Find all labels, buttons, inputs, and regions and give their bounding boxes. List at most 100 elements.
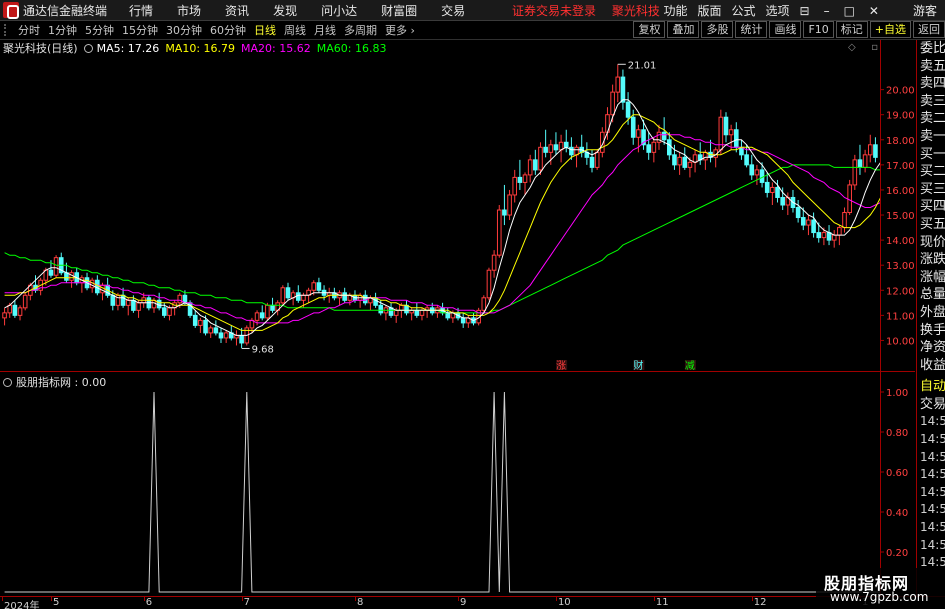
indicator-title: 股朋指标网 : 0.00 [16,376,107,389]
trade-time: 14:56 [920,537,945,552]
back-button[interactable]: 返回 [913,21,945,38]
price-label: 10.00 [886,336,915,347]
candle-body [22,294,28,309]
candle-body [661,131,667,141]
candle-body [213,327,219,334]
chart-corner-icons: ◇ ▫ [848,42,878,54]
menu-item-xuanxiang[interactable]: 选项 [766,2,790,19]
close-icon[interactable]: ✕ [869,4,879,18]
candle-body [873,144,878,158]
add-watchlist-button[interactable]: +自选 [869,21,911,38]
quote-label: 买一 [920,146,945,162]
period-5min[interactable]: 5分钟 [85,22,114,38]
period-multi[interactable]: 多周期 [344,22,377,38]
period-30min[interactable]: 30分钟 [166,22,202,38]
candle-body [569,146,574,156]
fuquan-button[interactable]: 复权 [633,21,666,38]
candle-body [764,181,770,193]
trade-time: 14:56 [920,432,945,447]
indicator-label: 1.00 [886,388,908,399]
candle-body [162,307,167,316]
menu-item-gongshi[interactable]: 公式 [731,2,755,19]
app-name: 通达信金融终端 [23,3,108,18]
eye-icon[interactable] [83,43,93,53]
date-tick [751,597,753,601]
indicator-legend: 股朋指标网 : 0.00 [3,374,106,390]
f10-button[interactable]: F10 [803,21,834,38]
date-tick [555,597,557,601]
candle-body [203,319,208,334]
toolbar-grip-icon[interactable] [4,24,14,36]
price-label: 15.00 [886,211,915,222]
candle-body [563,141,569,148]
candle-body [120,294,126,306]
diamond-icon[interactable]: ◇ [848,42,856,54]
mark-button[interactable]: 标记 [835,21,868,38]
candle-body [502,209,507,216]
menu-item-hangqing[interactable]: 行情 [129,2,153,19]
period-more-label: 更多 [385,24,407,37]
period-daily[interactable]: 日线 [254,22,276,38]
minimize-icon[interactable]: – [824,4,830,18]
login-status: 证券交易未登录 [512,3,597,18]
menu-item-caifuquan[interactable]: 财富圈 [381,2,417,19]
quote-label: 总量 [920,287,945,303]
draw-line-button[interactable]: 画线 [769,21,802,38]
candle-body [378,304,384,314]
candle-body [553,144,559,151]
multi-stock-button[interactable]: 多股 [701,21,734,38]
maximize-icon[interactable]: □ [844,4,855,18]
candle-body [543,146,548,153]
candle-body [728,129,734,136]
candle-body [95,279,100,294]
candlestick-chart[interactable]: 21.019.68涨财减预 [0,40,880,370]
menu-item-faxian[interactable]: 发现 [273,2,297,19]
expand-icon[interactable]: ▫ [871,42,878,54]
period-1min[interactable]: 1分钟 [48,22,77,38]
candle-body [733,129,739,148]
menu-item-jiaoyi[interactable]: 交易 [441,2,465,19]
menu-item-wenxiaoda[interactable]: 问小达 [321,2,357,19]
menu-item-banmian[interactable]: 版面 [697,2,721,19]
quote-label: 涨跌 [920,252,945,268]
candle-body [533,159,538,171]
candle-body [527,159,533,176]
candle-body [399,304,404,311]
date-tick [241,597,243,601]
period-more[interactable]: 更多 › [385,22,415,38]
quote-label: 收益 [920,357,945,373]
quote-label: 卖四 [920,76,945,92]
period-60min[interactable]: 60分钟 [210,22,246,38]
menu-item-zixun[interactable]: 资讯 [225,2,249,19]
stats-button[interactable]: 统计 [735,21,768,38]
period-weekly[interactable]: 周线 [284,22,306,38]
eye-icon[interactable] [3,377,12,387]
auto-trade-label: 自动 [920,379,945,395]
menu-item-shichang[interactable]: 市场 [177,2,201,19]
candle-body [620,76,626,103]
candle-body [12,304,18,316]
period-monthly[interactable]: 月线 [314,22,336,38]
candle-body [280,287,286,304]
login-notice[interactable]: 证券交易未登录 聚光科技 [512,2,660,19]
overlay-button[interactable]: 叠加 [667,21,700,38]
date-label: 12 [753,597,767,608]
quote-panel: 委比 卖五 卖四 卖三 卖二 卖一 买一 买二 买三 买四 买五 现价 涨跌 涨幅 总量 外盘 换手 净资 收益 自动… [916,40,945,596]
period-15min[interactable]: 15分钟 [122,22,158,38]
watermark-logo: 股朋指标网 www.7gpzb.com [816,568,945,609]
restore-window-icon[interactable]: ⊟ [800,4,810,18]
candle-body [548,144,554,153]
period-fenshi[interactable]: 分时 [18,22,40,38]
candle-body [445,312,451,319]
candle-body [754,169,760,176]
guest-login[interactable]: 游客 [913,2,937,19]
indicator-chart[interactable] [0,372,880,596]
candle-body [775,186,780,198]
date-label: 8 [356,597,364,608]
candle-body [862,154,868,168]
quote-label: 买三 [920,181,945,197]
menu-item-gongneng[interactable]: 功能 [663,2,687,19]
quote-label: 买二 [920,164,945,180]
candle-body [362,294,368,304]
candle-body [677,156,682,166]
